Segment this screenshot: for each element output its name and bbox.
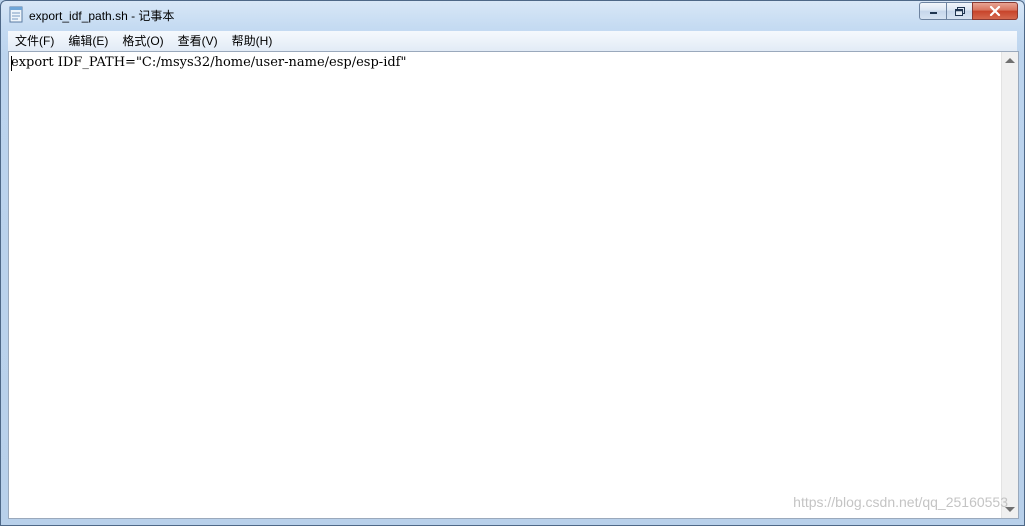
scroll-up-icon[interactable]: [1005, 58, 1015, 63]
menu-view[interactable]: 查看(V): [171, 31, 225, 51]
menu-bar: 文件(F) 编辑(E) 格式(O) 查看(V) 帮助(H): [8, 31, 1017, 51]
close-icon: [989, 6, 1001, 16]
maximize-button[interactable]: [946, 2, 972, 20]
watermark: https://blog.csdn.net/qq_25160553: [793, 494, 1008, 510]
text-editor[interactable]: export IDF_PATH="C:/msys32/home/user-nam…: [8, 51, 1019, 519]
notepad-window: export_idf_path.sh - 记事本 文件(F) 编辑(E) 格式(…: [0, 0, 1025, 526]
minimize-icon: [929, 12, 937, 14]
minimize-button[interactable]: [919, 2, 946, 20]
editor-content[interactable]: export IDF_PATH="C:/msys32/home/user-nam…: [11, 55, 999, 518]
vertical-scrollbar[interactable]: [1001, 52, 1018, 518]
window-title: export_idf_path.sh - 记事本: [29, 9, 175, 23]
menu-edit[interactable]: 编辑(E): [61, 31, 115, 51]
menu-help[interactable]: 帮助(H): [225, 31, 280, 51]
notepad-icon: [9, 6, 23, 23]
caption-buttons: [919, 2, 1018, 20]
menu-format[interactable]: 格式(O): [115, 31, 170, 51]
restore-icon: [954, 6, 965, 16]
close-button[interactable]: [972, 2, 1018, 20]
menu-file[interactable]: 文件(F): [8, 31, 61, 51]
title-bar[interactable]: export_idf_path.sh - 记事本: [1, 1, 1024, 29]
